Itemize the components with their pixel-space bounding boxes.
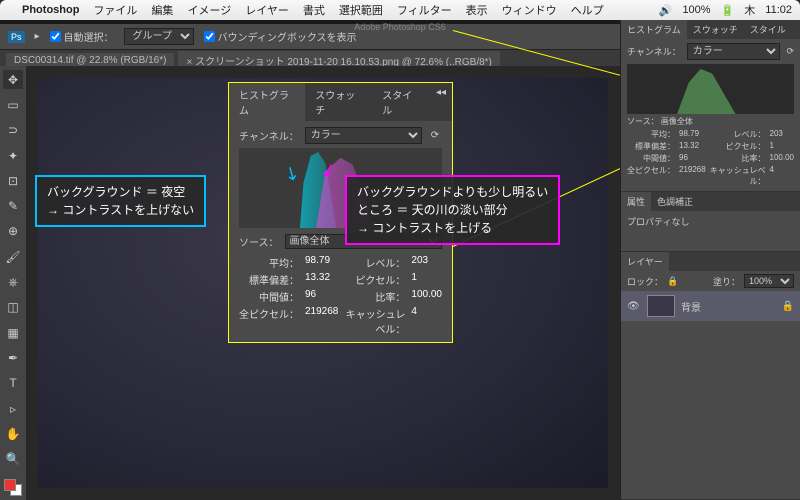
menu-filter[interactable]: フィルター [397, 2, 452, 18]
layer-thumbnail[interactable] [647, 295, 675, 317]
tab-swatches[interactable]: スウォッチ [305, 83, 372, 121]
menu-layer[interactable]: レイヤー [245, 2, 289, 18]
auto-select-mode[interactable]: グループ [124, 28, 194, 45]
side-refresh-icon[interactable]: ⟳ [786, 46, 794, 57]
ps-icon: Ps [8, 31, 25, 43]
side-panels: ヒストグラム スウォッチ スタイル チャンネル： カラー ⟳ ソース： 画像全体… [620, 20, 800, 500]
battery-pct: 100% [682, 4, 710, 16]
panel-collapse-icon[interactable]: ◂◂ [430, 83, 452, 121]
wand-tool[interactable]: ✦ [3, 146, 23, 165]
path-tool[interactable]: ▹ [3, 399, 23, 418]
hand-tool[interactable]: ✋ [3, 424, 23, 443]
stamp-tool[interactable]: ⎈ [3, 272, 23, 291]
menubar-time: 11:02 [765, 4, 792, 16]
menu-help[interactable]: ヘルプ [571, 2, 604, 18]
layer-name[interactable]: 背景 [681, 299, 701, 314]
volume-icon[interactable]: 🔊 [659, 4, 673, 17]
annotation-left: バックグラウンド ＝ 夜空 → コントラストを上げない [35, 175, 206, 227]
menubar-day: 木 [744, 2, 755, 18]
source-label: ソース： [239, 234, 279, 249]
annotation-right: バックグラウンドよりも少し明るい ところ ＝ 天の川の淡い部分 → コントラスト… [345, 175, 560, 245]
visibility-icon[interactable]: 👁 [627, 301, 641, 312]
lasso-tool[interactable]: ⊃ [3, 121, 23, 140]
side-histogram-chart [627, 64, 794, 114]
crop-tool[interactable]: ⊡ [3, 171, 23, 190]
gradient-tool[interactable]: ▦ [3, 323, 23, 342]
pen-tool[interactable]: ✒ [3, 348, 23, 367]
move-tool[interactable]: ✥ [3, 70, 23, 89]
tools-panel: ✥ ▭ ⊃ ✦ ⊡ ✎ ⊕ 🖌 ⎈ ◫ ▦ ✒ T ▹ ✋ 🔍 [0, 66, 26, 500]
lock-label: ロック： [627, 275, 663, 288]
auto-select-check[interactable]: 自動選択： [50, 29, 114, 44]
menu-edit[interactable]: 編集 [151, 2, 173, 18]
side-tab-adjust[interactable]: 色調補正 [651, 192, 699, 211]
props-empty: プロパティなし [621, 211, 800, 251]
zoom-tool[interactable]: 🔍 [3, 449, 23, 468]
tab-histogram[interactable]: ヒストグラム [229, 83, 305, 121]
layer-row[interactable]: 👁 背景 🔒 [621, 291, 800, 321]
menu-file[interactable]: ファイル [93, 2, 137, 18]
side-tab-styles[interactable]: スタイル [744, 20, 792, 39]
side-channel-label: チャンネル： [627, 45, 681, 58]
type-tool[interactable]: T [3, 374, 23, 393]
lock-icon[interactable]: 🔒 [667, 276, 678, 287]
histogram-stats: 平均：98.79 レベル：203 標準偏差：13.32 ピクセル：1 中間値：9… [239, 255, 442, 336]
side-tab-histogram[interactable]: ヒストグラム [621, 20, 687, 39]
bbox-check[interactable]: バウンディングボックスを表示 [204, 29, 357, 44]
eyedropper-tool[interactable]: ✎ [3, 196, 23, 215]
marquee-tool[interactable]: ▭ [3, 95, 23, 114]
eraser-tool[interactable]: ◫ [3, 298, 23, 317]
battery-icon[interactable]: 🔋 [721, 4, 735, 17]
menu-view[interactable]: 表示 [466, 2, 488, 18]
menu-window[interactable]: ウィンドウ [502, 2, 557, 18]
fill-label: 塗り： [713, 275, 740, 288]
side-channel-select[interactable]: カラー [687, 43, 781, 60]
fill-select[interactable]: 100% [744, 274, 794, 288]
side-tab-layers[interactable]: レイヤー [621, 252, 669, 271]
brush-tool[interactable]: 🖌 [3, 247, 23, 266]
move-tool-icon[interactable]: ▸ [35, 31, 40, 42]
tab-styles[interactable]: スタイル [372, 83, 430, 121]
side-tab-swatches[interactable]: スウォッチ [687, 20, 744, 39]
color-swatches[interactable] [4, 479, 22, 496]
refresh-icon[interactable]: ⟳ [428, 130, 442, 141]
channel-label: チャンネル： [239, 128, 299, 143]
channel-select[interactable]: カラー [305, 127, 422, 144]
menu-image[interactable]: イメージ [187, 2, 231, 18]
menu-type[interactable]: 書式 [303, 2, 325, 18]
menu-select[interactable]: 選択範囲 [339, 2, 383, 18]
layer-lock-icon[interactable]: 🔒 [782, 301, 794, 312]
side-tab-props[interactable]: 属性 [621, 192, 651, 211]
app-name[interactable]: Photoshop [22, 4, 79, 16]
fg-color[interactable] [4, 479, 16, 491]
macos-menubar: Photoshop ファイル 編集 イメージ レイヤー 書式 選択範囲 フィルタ… [0, 0, 800, 20]
heal-tool[interactable]: ⊕ [3, 222, 23, 241]
